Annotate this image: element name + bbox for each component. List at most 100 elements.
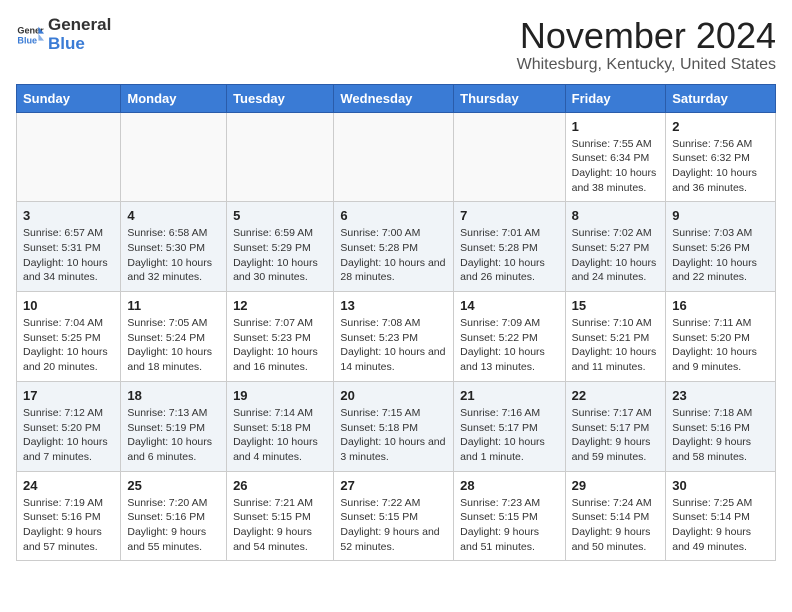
- month-title: November 2024: [517, 16, 776, 56]
- calendar-cell: 3 Sunrise: 6:57 AM Sunset: 5:31 PM Daylig…: [17, 202, 121, 292]
- day-number: 14: [460, 298, 558, 313]
- day-number: 23: [672, 388, 769, 403]
- day-info: Sunrise: 7:21 AM Sunset: 5:15 PM Dayligh…: [233, 496, 327, 555]
- day-info: Sunrise: 7:17 AM Sunset: 5:17 PM Dayligh…: [572, 406, 660, 465]
- day-info: Sunrise: 7:11 AM Sunset: 5:20 PM Dayligh…: [672, 316, 769, 375]
- day-info: Sunrise: 7:20 AM Sunset: 5:16 PM Dayligh…: [127, 496, 220, 555]
- calendar-week-row: 24 Sunrise: 7:19 AM Sunset: 5:16 PM Dayli…: [17, 471, 776, 561]
- day-number: 13: [340, 298, 447, 313]
- day-info: Sunrise: 7:08 AM Sunset: 5:23 PM Dayligh…: [340, 316, 447, 375]
- calendar-cell: 8 Sunrise: 7:02 AM Sunset: 5:27 PM Daylig…: [565, 202, 666, 292]
- day-info: Sunrise: 7:56 AM Sunset: 6:32 PM Dayligh…: [672, 137, 769, 196]
- weekday-header-wednesday: Wednesday: [334, 84, 454, 112]
- day-info: Sunrise: 7:15 AM Sunset: 5:18 PM Dayligh…: [340, 406, 447, 465]
- calendar-cell: 1Sunrise: 7:55 AM Sunset: 6:34 PM Daylig…: [565, 112, 666, 202]
- day-number: 29: [572, 478, 660, 493]
- calendar-cell: 30Sunrise: 7:25 AM Sunset: 5:14 PM Dayli…: [666, 471, 776, 561]
- calendar-cell: 19Sunrise: 7:14 AM Sunset: 5:18 PM Dayli…: [227, 381, 334, 471]
- calendar-header: SundayMondayTuesdayWednesdayThursdayFrid…: [17, 84, 776, 112]
- day-number: 21: [460, 388, 558, 403]
- calendar-cell: 7 Sunrise: 7:01 AM Sunset: 5:28 PM Daylig…: [454, 202, 565, 292]
- day-number: 27: [340, 478, 447, 493]
- logo-icon: General Blue: [16, 21, 44, 49]
- calendar-cell: 6 Sunrise: 7:00 AM Sunset: 5:28 PM Daylig…: [334, 202, 454, 292]
- calendar-cell: 12 Sunrise: 7:07 AM Sunset: 5:23 PM Dayli…: [227, 292, 334, 382]
- day-info: Sunrise: 7:00 AM Sunset: 5:28 PM Dayligh…: [340, 226, 447, 285]
- calendar-cell: 21 Sunrise: 7:16 AM Sunset: 5:17 PM Dayli…: [454, 381, 565, 471]
- calendar-cell: [121, 112, 227, 202]
- calendar-table: SundayMondayTuesdayWednesdayThursdayFrid…: [16, 84, 776, 562]
- calendar-cell: 10 Sunrise: 7:04 AM Sunset: 5:25 PM Dayli…: [17, 292, 121, 382]
- day-number: 9: [672, 208, 769, 223]
- page-header: General Blue General Blue November 2024 …: [16, 16, 776, 74]
- day-info: Sunrise: 7:18 AM Sunset: 5:16 PM Dayligh…: [672, 406, 769, 465]
- day-number: 4: [127, 208, 220, 223]
- calendar-cell: 4 Sunrise: 6:58 AM Sunset: 5:30 PM Daylig…: [121, 202, 227, 292]
- day-number: 19: [233, 388, 327, 403]
- day-info: Sunrise: 7:04 AM Sunset: 5:25 PM Dayligh…: [23, 316, 114, 375]
- day-number: 20: [340, 388, 447, 403]
- day-info: Sunrise: 7:16 AM Sunset: 5:17 PM Dayligh…: [460, 406, 558, 465]
- day-info: Sunrise: 6:57 AM Sunset: 5:31 PM Dayligh…: [23, 226, 114, 285]
- calendar-cell: 23 Sunrise: 7:18 AM Sunset: 5:16 PM Dayli…: [666, 381, 776, 471]
- calendar-body: 1Sunrise: 7:55 AM Sunset: 6:34 PM Daylig…: [17, 112, 776, 561]
- day-info: Sunrise: 6:58 AM Sunset: 5:30 PM Dayligh…: [127, 226, 220, 285]
- calendar-week-row: 10 Sunrise: 7:04 AM Sunset: 5:25 PM Dayli…: [17, 292, 776, 382]
- day-number: 12: [233, 298, 327, 313]
- day-number: 6: [340, 208, 447, 223]
- day-info: Sunrise: 7:07 AM Sunset: 5:23 PM Dayligh…: [233, 316, 327, 375]
- calendar-cell: 9 Sunrise: 7:03 AM Sunset: 5:26 PM Daylig…: [666, 202, 776, 292]
- location-title: Whitesburg, Kentucky, United States: [517, 56, 776, 74]
- weekday-header-thursday: Thursday: [454, 84, 565, 112]
- calendar-cell: [17, 112, 121, 202]
- logo-blue-text: Blue: [48, 35, 111, 54]
- calendar-week-row: 3 Sunrise: 6:57 AM Sunset: 5:31 PM Daylig…: [17, 202, 776, 292]
- day-info: Sunrise: 7:55 AM Sunset: 6:34 PM Dayligh…: [572, 137, 660, 196]
- calendar-cell: 27 Sunrise: 7:22 AM Sunset: 5:15 PM Dayli…: [334, 471, 454, 561]
- day-info: Sunrise: 7:01 AM Sunset: 5:28 PM Dayligh…: [460, 226, 558, 285]
- calendar-cell: 17 Sunrise: 7:12 AM Sunset: 5:20 PM Dayli…: [17, 381, 121, 471]
- day-number: 26: [233, 478, 327, 493]
- calendar-cell: 25 Sunrise: 7:20 AM Sunset: 5:16 PM Dayli…: [121, 471, 227, 561]
- weekday-header-tuesday: Tuesday: [227, 84, 334, 112]
- svg-text:Blue: Blue: [17, 35, 37, 45]
- day-number: 17: [23, 388, 114, 403]
- calendar-cell: 2Sunrise: 7:56 AM Sunset: 6:32 PM Daylig…: [666, 112, 776, 202]
- day-number: 30: [672, 478, 769, 493]
- calendar-week-row: 17 Sunrise: 7:12 AM Sunset: 5:20 PM Dayli…: [17, 381, 776, 471]
- calendar-cell: 16 Sunrise: 7:11 AM Sunset: 5:20 PM Dayli…: [666, 292, 776, 382]
- weekday-header-monday: Monday: [121, 84, 227, 112]
- day-info: Sunrise: 7:22 AM Sunset: 5:15 PM Dayligh…: [340, 496, 447, 555]
- logo-general-text: General: [48, 16, 111, 35]
- logo: General Blue General Blue: [16, 16, 111, 53]
- day-info: Sunrise: 7:12 AM Sunset: 5:20 PM Dayligh…: [23, 406, 114, 465]
- calendar-cell: 18Sunrise: 7:13 AM Sunset: 5:19 PM Dayli…: [121, 381, 227, 471]
- day-info: Sunrise: 7:13 AM Sunset: 5:19 PM Dayligh…: [127, 406, 220, 465]
- calendar-cell: 26 Sunrise: 7:21 AM Sunset: 5:15 PM Dayli…: [227, 471, 334, 561]
- day-info: Sunrise: 7:09 AM Sunset: 5:22 PM Dayligh…: [460, 316, 558, 375]
- day-number: 24: [23, 478, 114, 493]
- day-info: Sunrise: 7:02 AM Sunset: 5:27 PM Dayligh…: [572, 226, 660, 285]
- weekday-header-friday: Friday: [565, 84, 666, 112]
- calendar-cell: 14 Sunrise: 7:09 AM Sunset: 5:22 PM Dayli…: [454, 292, 565, 382]
- day-number: 3: [23, 208, 114, 223]
- calendar-cell: 20 Sunrise: 7:15 AM Sunset: 5:18 PM Dayli…: [334, 381, 454, 471]
- day-info: Sunrise: 7:05 AM Sunset: 5:24 PM Dayligh…: [127, 316, 220, 375]
- day-info: Sunrise: 7:03 AM Sunset: 5:26 PM Dayligh…: [672, 226, 769, 285]
- day-info: Sunrise: 7:19 AM Sunset: 5:16 PM Dayligh…: [23, 496, 114, 555]
- calendar-cell: 5Sunrise: 6:59 AM Sunset: 5:29 PM Daylig…: [227, 202, 334, 292]
- day-number: 7: [460, 208, 558, 223]
- calendar-cell: 24 Sunrise: 7:19 AM Sunset: 5:16 PM Dayli…: [17, 471, 121, 561]
- calendar-cell: [227, 112, 334, 202]
- day-number: 10: [23, 298, 114, 313]
- calendar-cell: [454, 112, 565, 202]
- weekday-header-saturday: Saturday: [666, 84, 776, 112]
- calendar-cell: 11 Sunrise: 7:05 AM Sunset: 5:24 PM Dayli…: [121, 292, 227, 382]
- day-number: 8: [572, 208, 660, 223]
- day-number: 11: [127, 298, 220, 313]
- day-number: 16: [672, 298, 769, 313]
- day-number: 5: [233, 208, 327, 223]
- day-info: Sunrise: 7:10 AM Sunset: 5:21 PM Dayligh…: [572, 316, 660, 375]
- calendar-cell: 22Sunrise: 7:17 AM Sunset: 5:17 PM Dayli…: [565, 381, 666, 471]
- day-number: 25: [127, 478, 220, 493]
